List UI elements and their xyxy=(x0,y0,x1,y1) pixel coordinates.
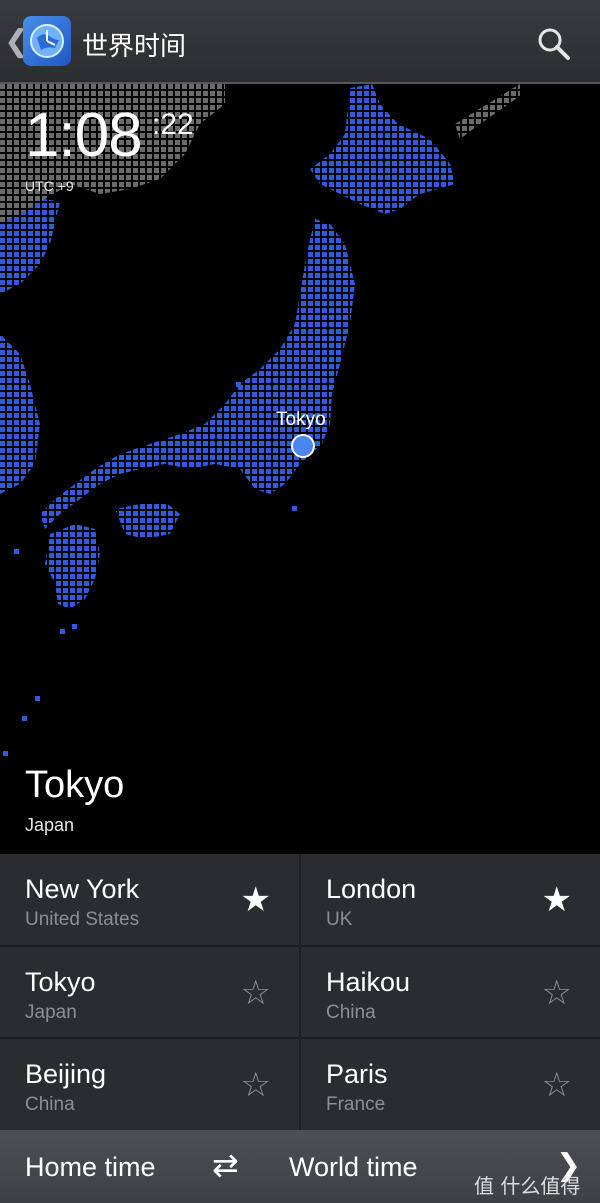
island-dot xyxy=(14,549,19,554)
watermark: 值 什么值得买 xyxy=(474,1174,581,1198)
island-dot xyxy=(292,506,297,511)
city-cell[interactable]: Beijing China ☆ xyxy=(0,1039,299,1130)
star-outline-icon[interactable]: ☆ xyxy=(542,1065,572,1105)
star-filled-icon[interactable]: ★ xyxy=(241,880,271,920)
grid-divider xyxy=(299,854,301,1130)
hokkaido xyxy=(310,84,455,214)
app-title: 世界时间 xyxy=(82,32,187,62)
city-name: New York xyxy=(25,874,140,904)
swap-arrows-icon[interactable]: ⇄ xyxy=(212,1146,239,1184)
home-time-button[interactable]: Home time xyxy=(25,1152,156,1183)
selected-city-name: Tokyo xyxy=(25,764,125,806)
city-name: Haikou xyxy=(326,967,411,997)
island-dot xyxy=(35,696,40,701)
city-cell[interactable]: Haikou China ☆ xyxy=(301,947,600,1038)
map-marker-label: Tokyo xyxy=(276,409,326,430)
globe-clock-icon[interactable] xyxy=(23,16,71,66)
korea-peninsula xyxy=(0,334,40,494)
island-dot xyxy=(236,382,241,387)
star-outline-icon[interactable]: ☆ xyxy=(542,973,572,1013)
city-country: United States xyxy=(25,909,140,930)
city-grid: New York United States ★ London UK ★ Tok… xyxy=(0,854,600,1130)
world-map[interactable]: Tokyo xyxy=(0,84,600,854)
current-seconds: :22 xyxy=(152,108,194,141)
utc-offset: UTC +9 xyxy=(25,178,74,194)
city-cell[interactable]: New York United States ★ xyxy=(0,854,299,945)
city-cell[interactable]: Paris France ☆ xyxy=(301,1039,600,1130)
island-dot xyxy=(72,624,77,629)
island-dot xyxy=(3,751,8,756)
city-country: Japan xyxy=(25,1002,77,1023)
city-country: France xyxy=(326,1094,386,1115)
city-name: Tokyo xyxy=(25,967,96,997)
island-dot xyxy=(60,629,65,634)
city-country: UK xyxy=(326,909,353,930)
city-country: China xyxy=(25,1094,75,1115)
app-header: ❮ 世界时间 xyxy=(0,0,600,84)
tokyo-marker xyxy=(291,434,315,458)
grid-divider xyxy=(0,945,600,947)
star-filled-icon[interactable]: ★ xyxy=(542,880,572,920)
city-cell[interactable]: Tokyo Japan ☆ xyxy=(0,947,299,1038)
city-name: Paris xyxy=(326,1059,388,1089)
search-icon[interactable] xyxy=(536,26,572,62)
honshu xyxy=(40,219,355,529)
selected-city-country: Japan xyxy=(25,815,75,835)
night-dots-right xyxy=(455,84,520,139)
shikoku xyxy=(115,502,180,539)
star-outline-icon[interactable]: ☆ xyxy=(241,1065,271,1105)
current-time: 1:08 xyxy=(25,101,143,170)
island-dot xyxy=(22,716,27,721)
city-country: China xyxy=(326,1002,376,1023)
city-cell[interactable]: London UK ★ xyxy=(301,854,600,945)
city-name: Beijing xyxy=(25,1059,107,1089)
star-outline-icon[interactable]: ☆ xyxy=(241,973,271,1013)
kyushu xyxy=(45,524,100,609)
grid-divider xyxy=(0,1037,600,1039)
city-name: London xyxy=(326,874,417,904)
world-time-button[interactable]: World time xyxy=(289,1152,418,1183)
